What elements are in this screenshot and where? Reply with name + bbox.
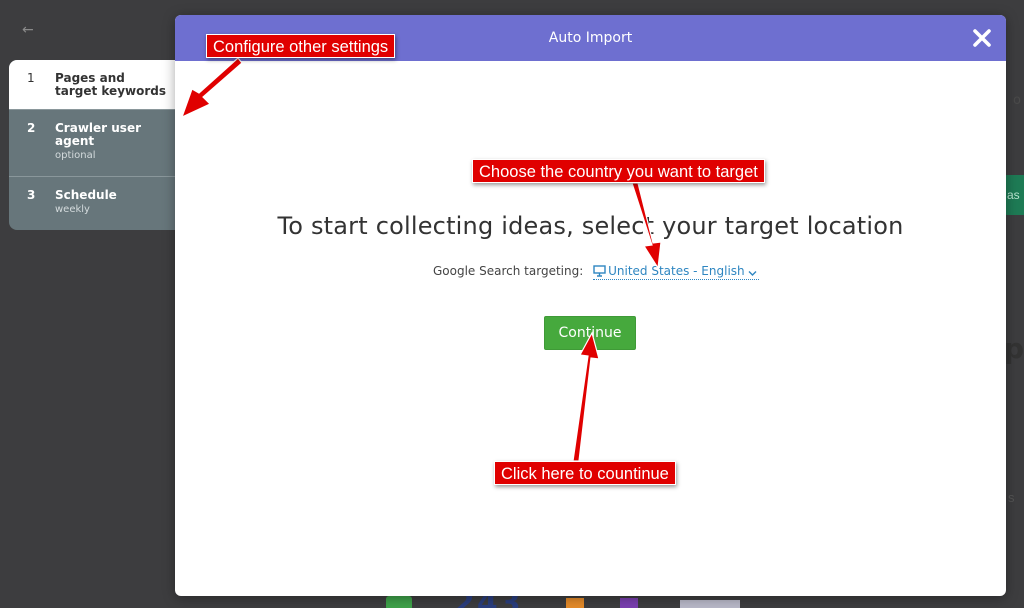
- continue-button[interactable]: Continue: [544, 316, 636, 350]
- desktop-icon: [593, 265, 606, 277]
- step-number: 1: [27, 71, 35, 85]
- step-number: 2: [27, 121, 36, 135]
- location-value: United States - English: [608, 264, 745, 278]
- background-text-fragment: o: [1013, 93, 1021, 108]
- step-pages-and-keywords[interactable]: 1 Pages and target keywords: [9, 60, 176, 110]
- close-icon[interactable]: [970, 26, 994, 50]
- background-stats-strip: 243: [380, 596, 820, 608]
- targeting-row: Google Search targeting: United States -…: [433, 264, 760, 280]
- step-title: Pages and target keywords: [55, 71, 166, 98]
- background-text-fragment: s: [1008, 490, 1015, 505]
- step-title: Crawler user agent: [55, 121, 141, 148]
- step-subtitle: optional: [55, 150, 96, 161]
- targeting-label: Google Search targeting:: [433, 264, 584, 278]
- annotation-choose-country: Choose the country you want to target: [472, 159, 765, 183]
- wizard-steps: 1 Pages and target keywords 2 Crawler us…: [9, 60, 176, 230]
- chevron-down-icon: [748, 271, 757, 276]
- step-title: Schedule: [55, 188, 117, 202]
- step-subtitle: weekly: [55, 204, 90, 215]
- step-schedule[interactable]: 3 Schedule weekly: [9, 177, 176, 230]
- page-title: To start collecting ideas, select your t…: [277, 212, 904, 240]
- annotation-configure-settings: Configure other settings: [206, 34, 396, 58]
- location-selector[interactable]: United States - English: [593, 264, 760, 280]
- back-arrow-icon[interactable]: ←: [22, 22, 34, 38]
- background-green-button: as: [1004, 175, 1024, 215]
- annotation-click-continue: Click here to countinue: [494, 461, 676, 485]
- step-crawler-user-agent[interactable]: 2 Crawler user agent optional: [9, 110, 176, 177]
- auto-import-modal: Auto Import To start collecting ideas, s…: [175, 15, 1006, 596]
- background-heading-fragment: p: [1004, 332, 1024, 365]
- step-number: 3: [27, 188, 36, 202]
